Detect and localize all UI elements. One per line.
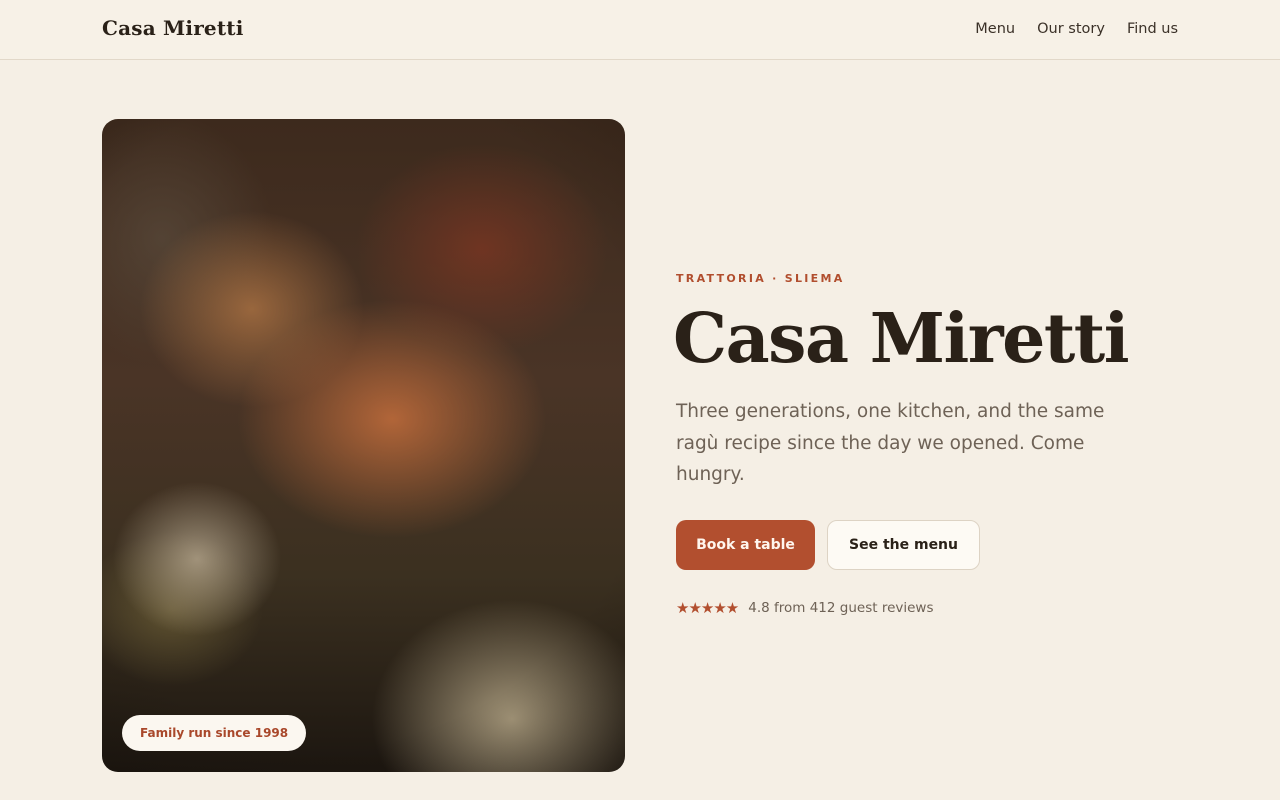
rating-text: 4.8 from 412 guest reviews (748, 600, 934, 616)
nav-link-find-us[interactable]: Find us (1127, 21, 1178, 37)
eyebrow-label: TRATTORIA · SLIEMA (676, 272, 845, 285)
family-run-badge: Family run since 1998 (122, 715, 307, 751)
hero-photo: Family run since 1998 (102, 119, 625, 772)
photo-vignette (102, 119, 625, 772)
see-menu-button[interactable]: See the menu (827, 520, 980, 570)
top-navigation-bar: Casa Miretti Menu Our story Find us (0, 0, 1280, 60)
rating-summary: ★★★★★ 4.8 from 412 guest reviews (676, 599, 934, 617)
nav-link-our-story[interactable]: Our story (1037, 21, 1105, 37)
hero-title: Casa Miretti (673, 299, 1130, 379)
nav-link-menu[interactable]: Menu (975, 21, 1015, 37)
book-table-button[interactable]: Book a table (676, 520, 815, 570)
hero-description: Three generations, one kitchen, and the … (676, 401, 1105, 485)
brand-logo[interactable]: Casa Miretti (102, 16, 244, 40)
main-nav: Menu Our story Find us (975, 21, 1178, 37)
star-icon: ★★★★★ (676, 599, 739, 617)
